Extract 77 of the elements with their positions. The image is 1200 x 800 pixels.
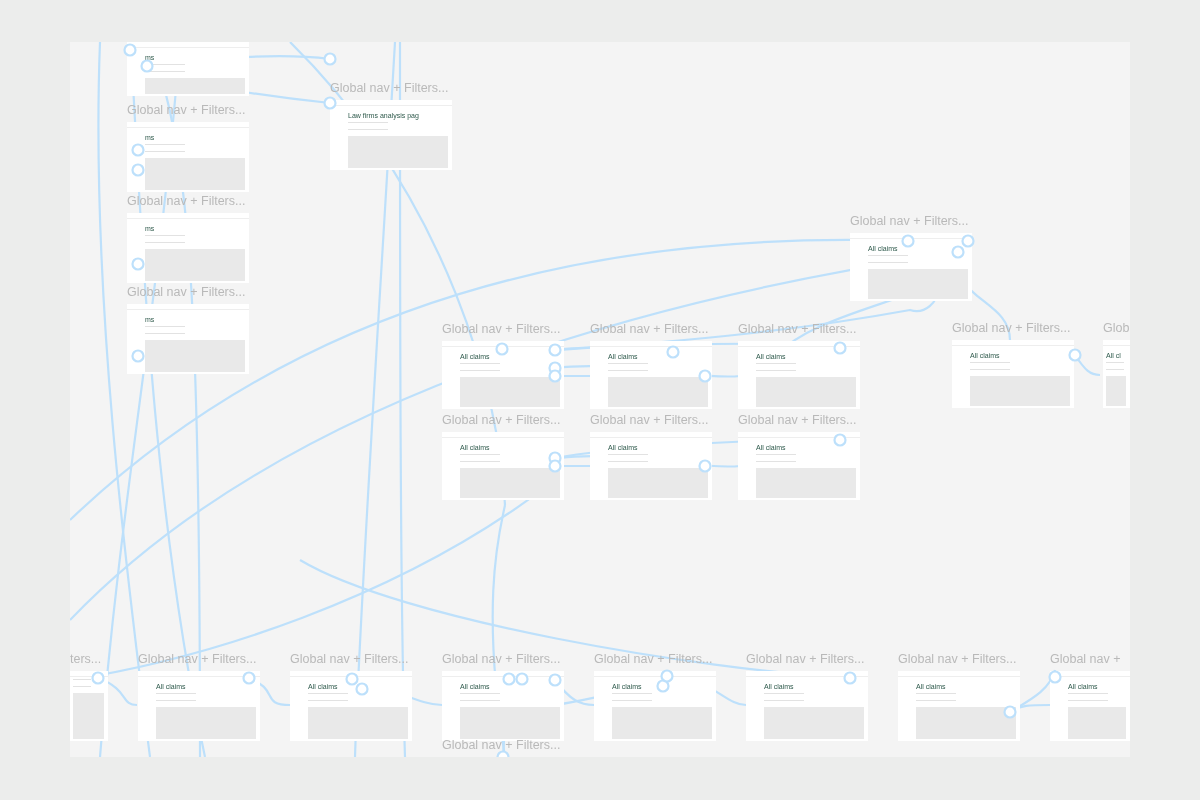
frame-label[interactable]: Global nav + Filters...: [590, 322, 709, 337]
connector-handle[interactable]: [323, 96, 337, 110]
frame-label[interactable]: Global nav + Filters...: [738, 322, 857, 337]
frame-label[interactable]: Global nav + Filters...: [127, 194, 246, 209]
connector-handle[interactable]: [502, 672, 516, 686]
connector-handle[interactable]: [1068, 348, 1082, 362]
text-lines: [608, 454, 648, 462]
connector-handle[interactable]: [1003, 705, 1017, 719]
connector-handle[interactable]: [323, 52, 337, 66]
frame-label[interactable]: Global nav + Filters...: [746, 652, 865, 667]
frame-label[interactable]: Global nav + Filters...: [898, 652, 1017, 667]
connector-handle[interactable]: [515, 672, 529, 686]
frame-label[interactable]: Global nav + Filters...: [442, 738, 561, 753]
connector-handle[interactable]: [951, 245, 965, 259]
text-lines: [156, 693, 196, 701]
frame-label[interactable]: Global nav + Filters...: [850, 214, 969, 229]
frame-label[interactable]: ters...: [70, 652, 102, 667]
text-lines: [145, 235, 185, 243]
connector-handle[interactable]: [345, 672, 359, 686]
text-lines: [916, 693, 956, 701]
connector-handle[interactable]: [961, 234, 975, 248]
text-lines: [1068, 693, 1108, 701]
frame-label[interactable]: Global nav + Filters...: [594, 652, 713, 667]
frame-label[interactable]: Global nav + Filters...: [738, 413, 857, 428]
text-lines: [970, 362, 1010, 370]
connector-handle[interactable]: [123, 43, 137, 57]
text-lines: [73, 679, 91, 687]
connector-handle[interactable]: [131, 163, 145, 177]
frame-label[interactable]: Global nav + Filters...: [590, 413, 709, 428]
text-lines: [612, 693, 652, 701]
text-lines: [145, 144, 185, 152]
frame-label[interactable]: Global nav + Filters...: [290, 652, 409, 667]
frame-label[interactable]: Global nav + Filters...: [952, 321, 1071, 336]
text-lines: [308, 693, 348, 701]
connector-handle[interactable]: [698, 459, 712, 473]
frame-label[interactable]: Global nav + Filters...: [330, 81, 449, 96]
text-lines: [460, 693, 500, 701]
frame-label[interactable]: Global nav + Filters...: [138, 652, 257, 667]
connector-handle[interactable]: [548, 369, 562, 383]
text-lines: [145, 326, 185, 334]
connector-handle[interactable]: [548, 343, 562, 357]
text-lines: [756, 454, 796, 462]
connector-handle[interactable]: [91, 671, 105, 685]
connector-handle[interactable]: [1048, 670, 1062, 684]
frame-label[interactable]: Glob: [1103, 321, 1130, 336]
frame-label[interactable]: Global nav + Filters...: [442, 652, 561, 667]
connector-handle[interactable]: [495, 342, 509, 356]
frame-thumbnail[interactable]: [70, 671, 108, 741]
connector-handle[interactable]: [131, 143, 145, 157]
connector-handle[interactable]: [548, 459, 562, 473]
text-lines: [460, 363, 500, 371]
connector-handle[interactable]: [698, 369, 712, 383]
connector-handle[interactable]: [496, 750, 510, 757]
connector-handle[interactable]: [833, 433, 847, 447]
frame-label[interactable]: Global nav + Filters...: [127, 103, 246, 118]
text-lines: [608, 363, 648, 371]
text-lines: [348, 122, 388, 130]
connector-handle[interactable]: [131, 349, 145, 363]
text-lines: [756, 363, 796, 371]
connector-handle[interactable]: [660, 669, 674, 683]
connector-handle[interactable]: [833, 341, 847, 355]
frame-label[interactable]: Global nav + Filters...: [442, 322, 561, 337]
connector-handle[interactable]: [548, 673, 562, 687]
text-lines: [1106, 362, 1124, 370]
frame-label[interactable]: Global nav +: [1050, 652, 1121, 667]
connector-handle[interactable]: [131, 257, 145, 271]
text-lines: [868, 255, 908, 263]
frame-label[interactable]: Global nav + Filters...: [442, 413, 561, 428]
text-lines: [460, 454, 500, 462]
connector-handle[interactable]: [666, 345, 680, 359]
connector-handle[interactable]: [843, 671, 857, 685]
connector-handle[interactable]: [355, 682, 369, 696]
frame-label[interactable]: Global nav + Filters...: [127, 285, 246, 300]
text-lines: [764, 693, 804, 701]
connector-handle[interactable]: [242, 671, 256, 685]
connector-handle[interactable]: [140, 59, 154, 73]
connector-handle[interactable]: [901, 234, 915, 248]
